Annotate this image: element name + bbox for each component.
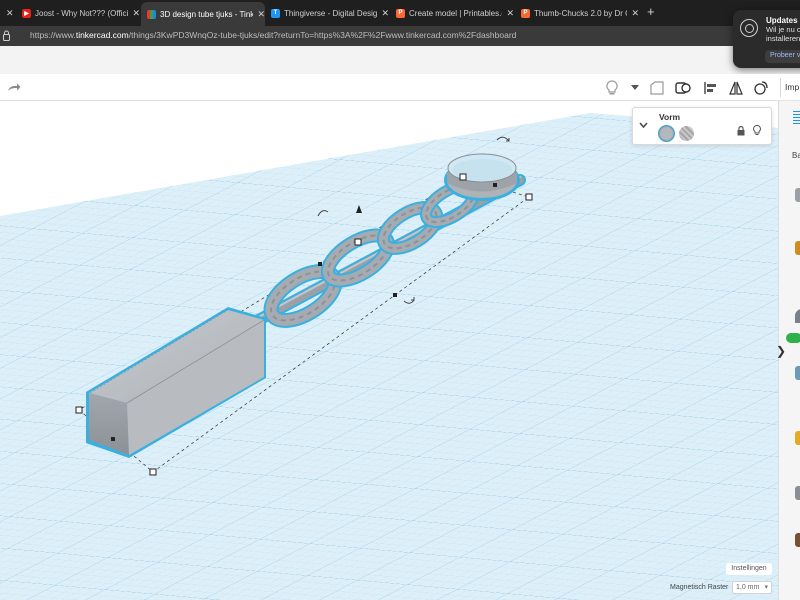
status-badge — [786, 333, 800, 343]
app-header — [0, 46, 800, 74]
workplane-canvas[interactable] — [0, 101, 778, 600]
browser-tab-strip: ✕ ▶ Joost - Why Not??? (Official Vid ✕ 3… — [0, 0, 800, 26]
browser-tab[interactable]: P Create model | Printables.com ✕ — [396, 3, 514, 23]
edge-handle[interactable] — [393, 293, 397, 297]
lightbulb-icon[interactable] — [603, 79, 621, 97]
close-icon[interactable]: ✕ — [6, 8, 14, 19]
address-bar[interactable]: https://www.tinkercad.com/things/3KwPD3W… — [0, 26, 800, 46]
notification-text: Wil je nu o — [766, 25, 800, 34]
panel-toggle-button[interactable]: ❯ — [776, 344, 786, 358]
close-icon[interactable]: ✕ — [631, 8, 639, 19]
browser-tab[interactable]: T Thingiverse - Digital Designs fo ✕ — [271, 3, 389, 23]
gear-icon — [740, 19, 758, 37]
hole-button[interactable] — [679, 126, 694, 141]
tab-title: 3D design tube tjuks - Tinkercad — [160, 9, 254, 19]
resize-handle[interactable] — [149, 468, 157, 476]
snap-grid-label: Magnetisch Raster — [670, 584, 729, 591]
new-tab-button[interactable]: + — [647, 4, 655, 19]
workplane[interactable] — [0, 101, 778, 600]
shape-inspector: Vorm — [632, 107, 772, 145]
lightbulb-icon[interactable] — [753, 124, 761, 139]
grid-plane — [0, 113, 778, 600]
close-icon[interactable]: ✕ — [257, 9, 265, 20]
chevron-down-icon[interactable] — [639, 120, 648, 130]
url-scheme: https://www. — [30, 30, 76, 40]
tab-title: Thingiverse - Digital Designs fo — [284, 8, 378, 18]
cylinder-shape-icon[interactable] — [795, 241, 800, 255]
mirror-icon[interactable] — [727, 79, 745, 97]
resize-handle[interactable] — [459, 173, 467, 181]
youtube-icon: ▶ — [22, 8, 31, 18]
toolbar-divider — [780, 78, 781, 97]
update-notification[interactable]: Updates b Wil je nu o installeren Probee… — [733, 10, 800, 68]
workplane-icon[interactable] — [674, 79, 692, 97]
note-icon[interactable] — [648, 79, 666, 97]
chevron-down-icon[interactable] — [626, 79, 644, 97]
edge-handle[interactable] — [111, 437, 115, 441]
pyramid-shape-icon[interactable] — [795, 431, 800, 445]
group-icon[interactable] — [752, 79, 770, 97]
tinkercad-icon — [147, 9, 156, 19]
thingiverse-icon: T — [271, 8, 280, 18]
cone-shape-icon[interactable] — [795, 366, 800, 380]
resize-handle[interactable] — [75, 406, 83, 414]
url-text[interactable]: https://www.tinkercad.com/things/3KwPD3W… — [30, 30, 516, 40]
tab-title: Create model | Printables.com — [409, 8, 502, 18]
tab-title: Joost - Why Not??? (Official Vid — [35, 8, 129, 18]
notification-title: Updates b — [766, 16, 800, 25]
align-icon[interactable] — [702, 79, 720, 97]
browser-tab[interactable]: ▶ Joost - Why Not??? (Official Vid ✕ — [22, 3, 140, 23]
close-icon[interactable]: ✕ — [381, 8, 389, 19]
url-path: /things/3KwPD3WnqOz-tube-tjuks/edit?retu… — [128, 30, 517, 40]
text-shape-icon[interactable] — [795, 533, 800, 547]
notification-button[interactable]: Probeer vanna — [765, 50, 800, 63]
notification-text: installeren — [766, 34, 800, 43]
snap-grid-select[interactable]: 1,0 mm — [732, 581, 772, 594]
resize-handle[interactable] — [525, 193, 533, 201]
settings-button[interactable]: Instellingen — [726, 563, 772, 575]
browser-tab[interactable]: ✕ — [2, 3, 20, 23]
half-sphere-shape-icon[interactable] — [795, 486, 800, 500]
roof-shape-icon[interactable] — [795, 309, 800, 323]
editor-toolbar — [0, 74, 800, 101]
shapes-panel-label: Ba — [792, 151, 800, 160]
browser-tab[interactable]: P Thumb-Chucks 2.0 by Dr Opera ✕ — [521, 3, 639, 23]
lock-icon[interactable] — [737, 125, 745, 138]
lock-icon — [3, 30, 10, 41]
height-handle[interactable] — [354, 238, 362, 246]
solid-color-button[interactable] — [659, 126, 674, 141]
ring[interactable] — [444, 153, 520, 201]
printables-icon: P — [521, 8, 530, 18]
close-icon[interactable]: ✕ — [132, 8, 140, 19]
import-button[interactable]: Imp — [785, 82, 799, 92]
grid-icon[interactable] — [793, 110, 800, 124]
edge-handle[interactable] — [493, 183, 497, 187]
redo-icon[interactable] — [5, 79, 23, 97]
edge-handle[interactable] — [318, 262, 322, 266]
url-host: tinkercad.com — [75, 30, 129, 40]
tab-title: Thumb-Chucks 2.0 by Dr Opera — [534, 8, 627, 18]
box-shape-icon[interactable] — [795, 188, 800, 202]
printables-icon: P — [396, 8, 405, 18]
close-icon[interactable]: ✕ — [506, 8, 514, 19]
inspector-title: Vorm — [659, 112, 681, 122]
browser-tab-active[interactable]: 3D design tube tjuks - Tinkercad ✕ — [141, 2, 265, 26]
